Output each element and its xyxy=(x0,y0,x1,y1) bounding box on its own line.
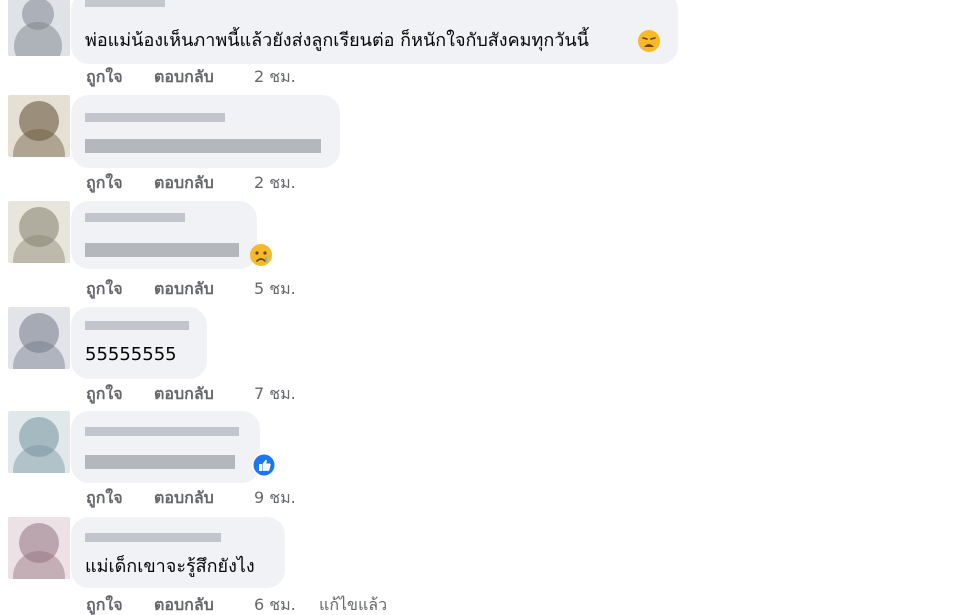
blurred-avatar xyxy=(8,411,70,473)
blurred-comment-text xyxy=(85,451,245,473)
edited-label[interactable]: แก้ไขแล้ว xyxy=(319,595,387,615)
comment-author-name[interactable] xyxy=(85,423,245,439)
comment-author-name[interactable] xyxy=(85,529,235,545)
comment-bubble xyxy=(71,95,340,168)
sad-tear-face-icon xyxy=(249,243,273,267)
comment-timestamp[interactable]: 2 ชม. xyxy=(254,173,296,193)
comment-timestamp[interactable]: 7 ชม. xyxy=(254,384,296,404)
like-link[interactable]: ถูกใจ xyxy=(86,173,123,193)
blurred-avatar xyxy=(8,517,70,579)
reply-link[interactable]: ตอบกลับ xyxy=(154,488,214,508)
like-link[interactable]: ถูกใจ xyxy=(86,67,123,87)
like-link[interactable]: ถูกใจ xyxy=(86,595,123,615)
reply-link[interactable]: ตอบกลับ xyxy=(154,173,214,193)
avatar[interactable] xyxy=(8,517,70,579)
weary-face-icon xyxy=(637,29,661,53)
comment-timestamp[interactable]: 9 ชม. xyxy=(254,488,296,508)
comment-bubble xyxy=(71,201,257,269)
comment-timestamp[interactable]: 6 ชม. xyxy=(254,595,296,615)
blurred-avatar xyxy=(8,201,70,263)
blurred-avatar xyxy=(8,95,70,157)
reply-link[interactable]: ตอบกลับ xyxy=(154,67,214,87)
avatar[interactable] xyxy=(8,201,70,263)
blurred-avatar xyxy=(8,307,70,369)
reply-link[interactable]: ตอบกลับ xyxy=(154,384,214,404)
comment-text: พ่อแม่น้องเห็นภาพนี้แล้วยังส่งลูกเรียนต่… xyxy=(85,30,589,51)
comment-text: 55555555 xyxy=(85,344,177,365)
comment-author-name[interactable] xyxy=(85,0,175,10)
comment-bubble: พ่อแม่น้องเห็นภาพนี้แล้วยังส่งลูกเรียนต่… xyxy=(71,0,678,64)
comment-bubble: แม่เด็กเขาจะรู้สึกยังไง xyxy=(71,517,285,588)
avatar[interactable] xyxy=(8,411,70,473)
comment-timestamp[interactable]: 2 ชม. xyxy=(254,67,296,87)
like-link[interactable]: ถูกใจ xyxy=(86,488,123,508)
comment-text: แม่เด็กเขาจะรู้สึกยังไง xyxy=(85,556,255,577)
avatar[interactable] xyxy=(8,307,70,369)
avatar[interactable] xyxy=(8,0,70,56)
like-link[interactable]: ถูกใจ xyxy=(86,384,123,404)
blurred-comment-text xyxy=(85,135,325,157)
comment-bubble: 55555555 xyxy=(71,307,207,379)
blurred-comment-text xyxy=(85,239,245,261)
like-link[interactable]: ถูกใจ xyxy=(86,279,123,299)
like-reaction-icon[interactable] xyxy=(251,452,276,477)
comment-author-name[interactable] xyxy=(85,317,195,333)
avatar[interactable] xyxy=(8,95,70,157)
comment-author-name[interactable] xyxy=(85,109,235,125)
comment-bubble xyxy=(71,411,260,483)
blurred-avatar xyxy=(8,0,70,56)
reply-link[interactable]: ตอบกลับ xyxy=(154,595,214,615)
comment-author-name[interactable] xyxy=(85,209,195,225)
comment-timestamp[interactable]: 5 ชม. xyxy=(254,279,296,299)
reply-link[interactable]: ตอบกลับ xyxy=(154,279,214,299)
